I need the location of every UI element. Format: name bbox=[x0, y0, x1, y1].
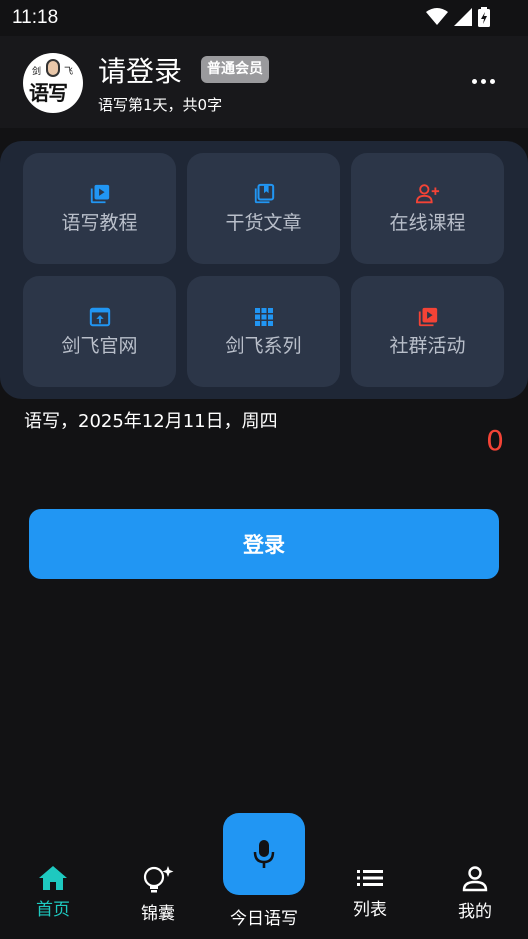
menu-tile-label: 在线课程 bbox=[389, 212, 466, 234]
nav-label: 首页 bbox=[36, 900, 70, 920]
avatar[interactable]: 剑 飞 语写 bbox=[23, 53, 83, 113]
more-dot bbox=[489, 78, 495, 84]
user-name[interactable]: 请登录 bbox=[98, 50, 182, 90]
nav-label: 列表 bbox=[353, 900, 387, 920]
book-library-icon bbox=[252, 182, 276, 206]
menu-tile-community[interactable]: 社群活动 bbox=[351, 276, 504, 387]
word-count: 0 bbox=[486, 424, 504, 457]
person-add-icon bbox=[415, 182, 440, 206]
login-button[interactable]: 登录 bbox=[29, 509, 499, 579]
lightbulb-icon bbox=[143, 866, 174, 893]
more-dot bbox=[480, 78, 486, 84]
more-dot bbox=[471, 78, 477, 84]
battery-icon bbox=[478, 7, 490, 27]
status-bar: 11:18 bbox=[0, 0, 528, 36]
status-time: 11:18 bbox=[12, 7, 59, 28]
nav-mine[interactable]: 我的 bbox=[435, 865, 515, 922]
menu-tile-label: 社群活动 bbox=[389, 335, 466, 357]
menu-tile-label: 干货文章 bbox=[225, 212, 302, 234]
nav-today-label[interactable]: 今日语写 bbox=[214, 904, 314, 929]
avatar-small-left: 剑 bbox=[32, 67, 42, 77]
person-icon bbox=[462, 866, 488, 892]
today-date-line: 语写，2025年12月11日，周四 bbox=[24, 411, 278, 432]
apps-grid-icon bbox=[252, 305, 276, 329]
menu-tile-courses[interactable]: 在线课程 bbox=[351, 153, 504, 264]
video-library-icon bbox=[88, 182, 112, 206]
bottom-nav: 首页 锦囊 今日语写 列表 我的 bbox=[0, 813, 528, 939]
menu-panel: 语写教程 干货文章 在线课程 剑飞官网 剑飞系列 社群活动 bbox=[0, 141, 528, 399]
menu-grid: 语写教程 干货文章 在线课程 剑飞官网 剑飞系列 社群活动 bbox=[23, 153, 504, 387]
cellular-signal-icon bbox=[454, 8, 472, 26]
home-icon bbox=[39, 866, 67, 890]
avatar-logo-text: 语写 bbox=[29, 81, 68, 105]
avatar-small-right: 飞 bbox=[63, 67, 73, 77]
menu-tile-website[interactable]: 剑飞官网 bbox=[23, 276, 176, 387]
nav-label: 锦囊 bbox=[141, 904, 175, 924]
open-in-browser-icon bbox=[88, 305, 112, 329]
nav-home[interactable]: 首页 bbox=[13, 865, 93, 920]
slideshow-icon bbox=[416, 305, 440, 329]
menu-tile-articles[interactable]: 干货文章 bbox=[187, 153, 340, 264]
profile-header: 剑 飞 语写 请登录 普通会员 语写第1天，共0字 bbox=[0, 36, 528, 128]
wifi-icon bbox=[426, 8, 448, 25]
menu-tile-series[interactable]: 剑飞系列 bbox=[187, 276, 340, 387]
app-screen: 11:18 剑 飞 语写 请登录 普通会员 语写第1天，共0字 语写教程 干货文… bbox=[0, 0, 528, 939]
member-badge: 普通会员 bbox=[201, 56, 269, 83]
nav-tips[interactable]: 锦囊 bbox=[118, 865, 198, 924]
nav-label: 我的 bbox=[458, 902, 492, 922]
menu-tile-label: 语写教程 bbox=[61, 212, 138, 234]
menu-tile-label: 剑飞系列 bbox=[225, 335, 302, 357]
list-icon bbox=[357, 870, 383, 886]
menu-tile-label: 剑飞官网 bbox=[61, 335, 138, 357]
nav-list[interactable]: 列表 bbox=[330, 865, 410, 920]
more-options-button[interactable] bbox=[468, 66, 498, 96]
mic-button[interactable] bbox=[223, 813, 305, 895]
status-icons bbox=[426, 7, 490, 27]
menu-tile-tutorial[interactable]: 语写教程 bbox=[23, 153, 176, 264]
avatar-face-icon bbox=[46, 59, 60, 77]
microphone-icon bbox=[253, 840, 275, 868]
user-subtitle: 语写第1天，共0字 bbox=[98, 96, 223, 114]
